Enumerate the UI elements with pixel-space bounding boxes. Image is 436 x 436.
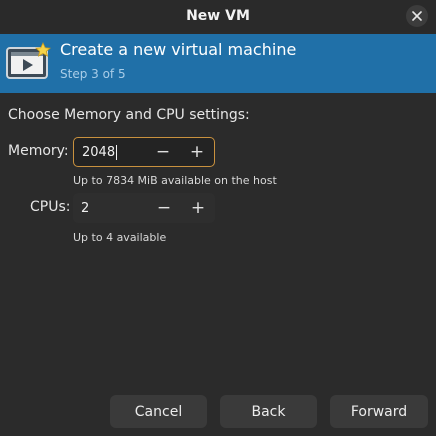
title-bar: New VM — [0, 0, 436, 32]
section-title: Choose Memory and CPU settings: — [8, 107, 250, 123]
memory-spinbutton[interactable]: 2048 − + — [73, 137, 215, 167]
cancel-button[interactable]: Cancel — [110, 395, 207, 428]
memory-decrement-button[interactable]: − — [146, 138, 180, 166]
cpus-input[interactable]: 2 — [73, 193, 147, 223]
close-button[interactable] — [406, 5, 428, 27]
vm-monitor-icon — [6, 42, 51, 79]
memory-label: Memory: — [8, 143, 69, 159]
step-indicator: Step 3 of 5 — [60, 67, 126, 81]
wizard-banner: Create a new virtual machine Step 3 of 5 — [0, 34, 436, 93]
forward-button[interactable]: Forward — [330, 395, 428, 428]
cpus-hint: Up to 4 available — [73, 231, 167, 244]
new-vm-dialog: New VM Create a new virtual machine Step… — [0, 0, 436, 436]
cpus-spinbutton[interactable]: 2 − + — [73, 193, 215, 223]
memory-input[interactable]: 2048 — [74, 138, 146, 166]
cpus-value: 2 — [81, 200, 90, 216]
close-icon — [412, 11, 422, 21]
memory-hint: Up to 7834 MiB available on the host — [73, 174, 277, 187]
cpus-decrement-button[interactable]: − — [147, 193, 181, 223]
memory-value: 2048 — [82, 144, 116, 160]
text-caret — [116, 144, 118, 160]
back-button[interactable]: Back — [220, 395, 317, 428]
memory-increment-button[interactable]: + — [180, 138, 214, 166]
cpus-label: CPUs: — [30, 199, 71, 215]
window-title: New VM — [186, 8, 250, 24]
cpus-increment-button[interactable]: + — [181, 193, 215, 223]
banner-heading: Create a new virtual machine — [60, 40, 297, 59]
